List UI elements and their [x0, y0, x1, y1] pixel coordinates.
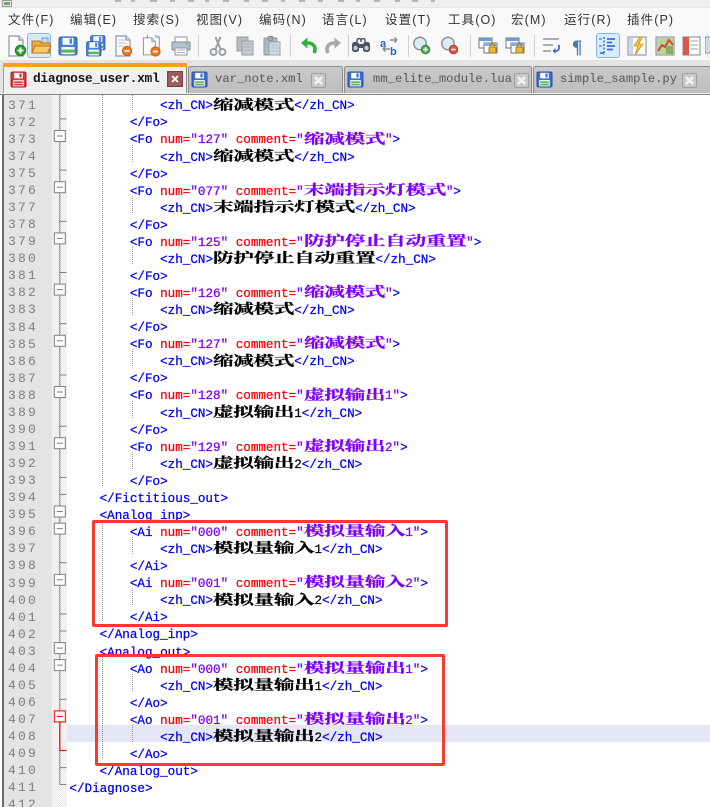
- svg-text:b: b: [390, 46, 397, 57]
- svg-text:¶: ¶: [572, 37, 582, 57]
